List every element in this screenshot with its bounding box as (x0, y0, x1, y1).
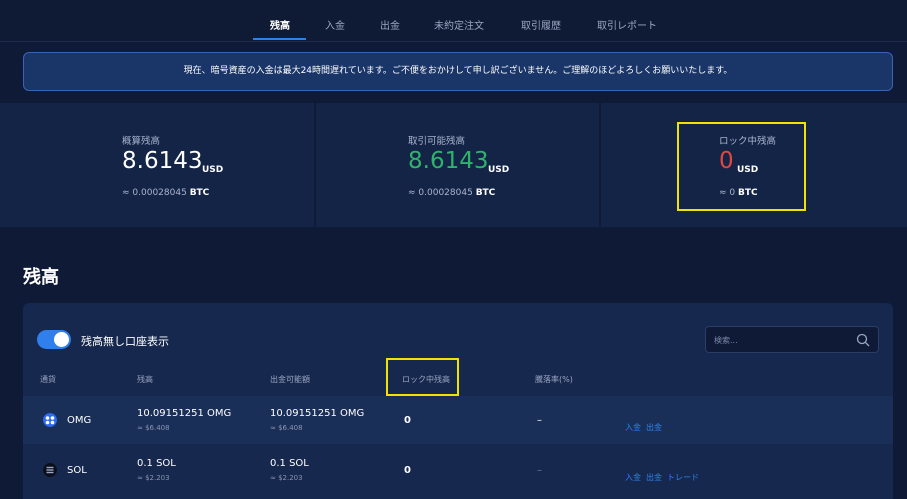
estimated-balance-value: 8.6143 (122, 148, 203, 174)
toggle-knob (54, 332, 69, 347)
balance-usd: ≈ $6.408 (137, 424, 170, 432)
tab-trade-report[interactable]: 取引レポート (597, 17, 657, 32)
withdrawable-usd: ≈ $2.203 (270, 474, 303, 482)
locked-balance-highlight (677, 122, 806, 211)
tab-open-orders[interactable]: 未約定注文 (434, 17, 484, 32)
tab-balance[interactable]: 残高 (270, 17, 290, 32)
balance-usd: ≈ $2.203 (137, 474, 170, 482)
top-nav: 残高 入金 出金 未約定注文 取引履歴 取引レポート (0, 0, 907, 42)
column-header-change: 騰落率(%) (535, 375, 573, 384)
search-input[interactable] (714, 332, 854, 348)
estimated-balance-unit: USD (202, 165, 224, 175)
withdrawable-amount: 0.1 SOL (270, 458, 309, 469)
withdraw-link[interactable]: 出金 (646, 423, 662, 432)
withdraw-link[interactable]: 出金 (646, 473, 662, 482)
tab-deposit[interactable]: 入金 (325, 17, 345, 32)
search-icon[interactable] (856, 333, 870, 347)
deposit-link[interactable]: 入金 (625, 473, 641, 482)
omg-coin-icon (43, 413, 57, 427)
column-header-currency: 通貨 (40, 375, 56, 384)
row-actions: 入金 出金 (625, 415, 667, 434)
locked-amount: 0 (404, 465, 411, 476)
change-rate: – (537, 415, 542, 426)
sol-coin-icon (43, 463, 57, 477)
available-balance-label: 取引可能残高 (408, 136, 466, 147)
tab-withdraw[interactable]: 出金 (380, 17, 400, 32)
estimated-balance-btc: ≈ 0.00028045 BTC (122, 188, 210, 198)
locked-column-highlight (386, 358, 459, 396)
estimated-balance-label: 概算残高 (122, 136, 161, 147)
balance-amount: 0.1 SOL (137, 458, 176, 469)
available-balance-card: 取引可能残高 8.6143 USD ≈ 0.00028045 BTC (316, 103, 599, 227)
active-tab-indicator (253, 38, 306, 40)
available-balance-unit: USD (488, 165, 510, 175)
withdrawable-amount: 10.09151251 OMG (270, 408, 365, 419)
available-balance-value: 8.6143 (408, 148, 489, 174)
change-rate: – (537, 465, 542, 476)
locked-amount: 0 (404, 415, 411, 426)
trade-link[interactable]: トレード (667, 473, 699, 482)
estimated-balance-card: 概算残高 8.6143 USD ≈ 0.00028045 BTC (0, 103, 314, 227)
search-box (705, 326, 879, 353)
column-header-withdrawable: 出金可能額 (270, 375, 310, 384)
notice-banner: 現在、暗号資産の入金は最大24時間遅れています。ご不便をおかけして申し訳ございま… (23, 52, 893, 91)
show-zero-balance-label: 残高無し口座表示 (81, 335, 169, 348)
table-row: SOL 0.1 SOL ≈ $2.203 0.1 SOL ≈ $2.203 0 … (23, 446, 893, 494)
withdrawable-usd: ≈ $6.408 (270, 424, 303, 432)
tab-trade-history[interactable]: 取引履歴 (521, 17, 561, 32)
coin-name: SOL (67, 465, 87, 476)
available-balance-btc: ≈ 0.00028045 BTC (408, 188, 496, 198)
row-actions: 入金 出金 トレード (625, 465, 704, 484)
deposit-link[interactable]: 入金 (625, 423, 641, 432)
balance-section-title: 残高 (23, 267, 59, 288)
show-zero-balance-toggle[interactable] (37, 330, 71, 349)
table-row: OMG 10.09151251 OMG ≈ $6.408 10.09151251… (23, 396, 893, 444)
coin-name: OMG (67, 415, 92, 426)
balance-amount: 10.09151251 OMG (137, 408, 232, 419)
column-header-balance: 残高 (137, 375, 153, 384)
